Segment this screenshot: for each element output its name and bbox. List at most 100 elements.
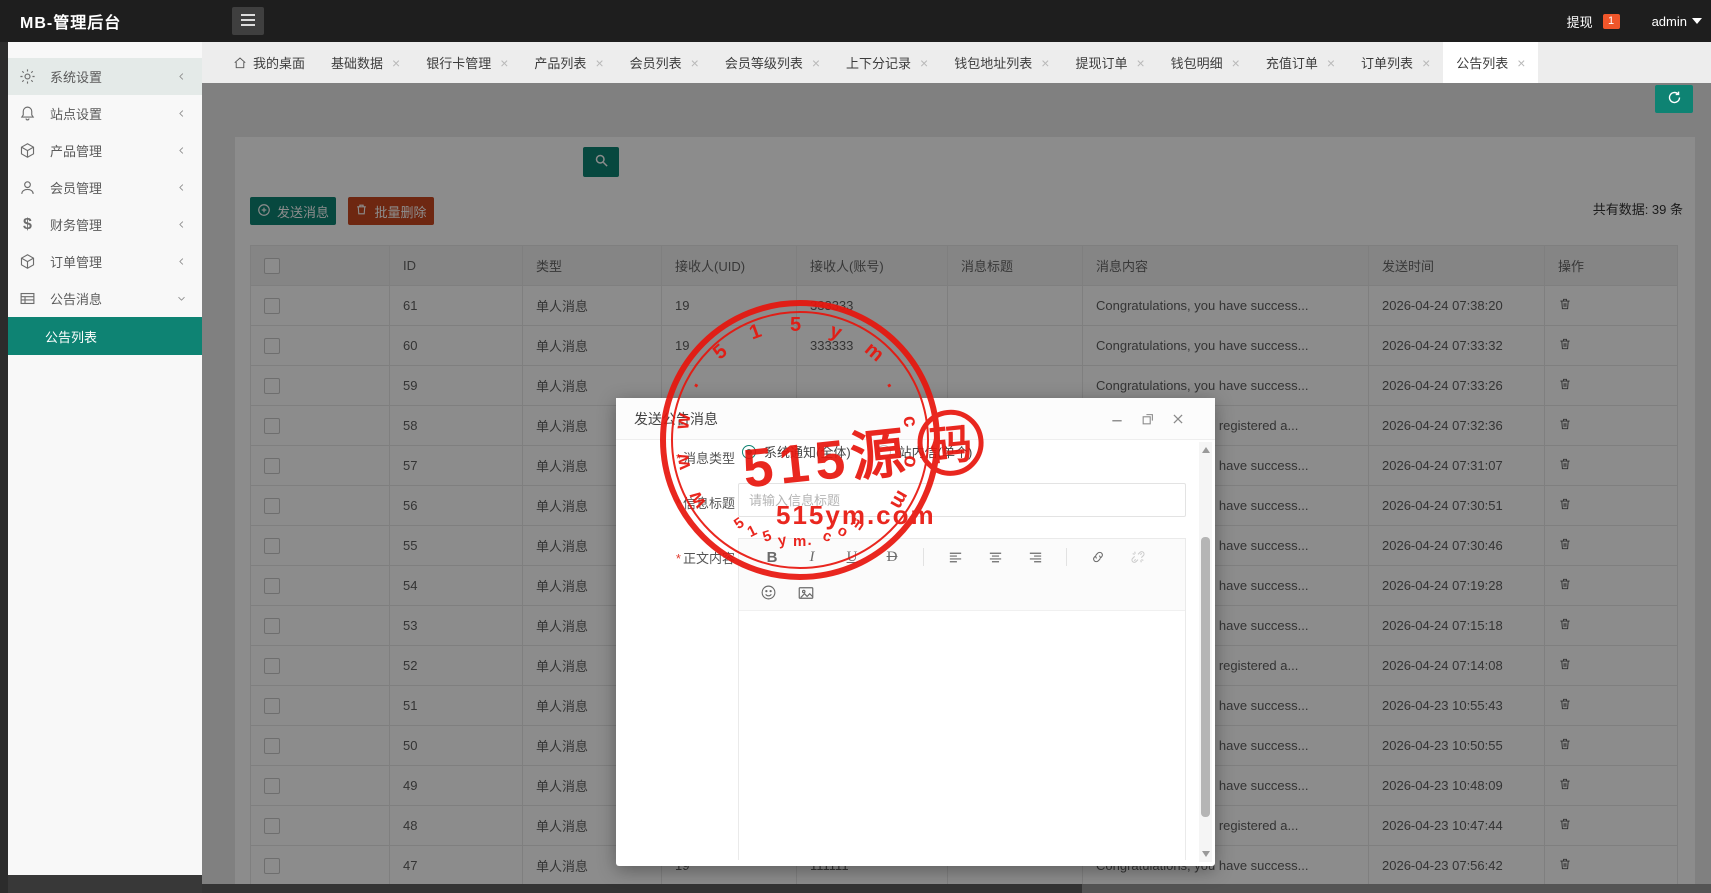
scroll-down-icon[interactable]: [1202, 851, 1210, 857]
tab-label: 产品列表: [534, 53, 586, 72]
hamburger-icon: [240, 13, 256, 30]
tab-提现订单[interactable]: 提现订单 ×: [1062, 42, 1157, 83]
tab-产品列表[interactable]: 产品列表 ×: [521, 42, 616, 83]
tab-label: 会员等级列表: [725, 53, 803, 72]
align-left-icon[interactable]: [946, 548, 964, 566]
scroll-up-icon[interactable]: [1202, 447, 1210, 453]
tab-close-icon[interactable]: ×: [812, 56, 820, 70]
sidebar-item-订单管理[interactable]: 订单管理: [8, 243, 202, 280]
align-center-icon[interactable]: [986, 548, 1004, 566]
sidebar-item-label: 系统设置: [50, 67, 102, 86]
align-right-icon[interactable]: [1026, 548, 1044, 566]
tab-close-icon[interactable]: ×: [920, 56, 928, 70]
send-announcement-modal: 发送公告消息 *消息类型 系统通知(全体) 站内信(单个) *信息标题 *正文内…: [616, 398, 1215, 866]
user-menu[interactable]: admin: [1652, 14, 1702, 29]
tab-close-icon[interactable]: ×: [1327, 56, 1335, 70]
scrollbar-thumb[interactable]: [1201, 537, 1210, 817]
chevron-left-icon: [175, 181, 188, 194]
tab-label: 订单列表: [1361, 53, 1413, 72]
emoji-icon[interactable]: [759, 584, 777, 602]
tabbar: 我的桌面基础数据×银行卡管理×产品列表×会员列表×会员等级列表×上下分记录×钱包…: [202, 42, 1711, 83]
sidebar-item-会员管理[interactable]: 会员管理: [8, 169, 202, 206]
minimize-icon[interactable]: [1110, 412, 1124, 426]
gear-icon: [19, 68, 36, 85]
tab-公告列表[interactable]: 公告列表 ×: [1443, 42, 1538, 83]
sidebar-footer: [8, 875, 202, 893]
chevron-left-icon: [175, 218, 188, 231]
modal-title: 发送公告消息: [634, 409, 718, 429]
sidebar-item-系统设置[interactable]: 系统设置: [8, 58, 202, 95]
sidebar-item-label: 产品管理: [50, 141, 102, 160]
tab-基础数据[interactable]: 基础数据 ×: [318, 42, 413, 83]
refresh-icon: [1667, 90, 1682, 108]
sidebar-subitem-公告列表[interactable]: 公告列表: [8, 317, 202, 355]
message-type-label: *消息类型: [616, 448, 735, 467]
tab-我的桌面[interactable]: 我的桌面: [220, 42, 318, 83]
chevron-left-icon: [175, 144, 188, 157]
radio-site-message[interactable]: [877, 445, 891, 459]
tab-close-icon[interactable]: ×: [691, 56, 699, 70]
subject-label: *信息标题: [616, 493, 735, 512]
sidebar-item-label: 订单管理: [50, 252, 102, 271]
image-icon[interactable]: [797, 584, 815, 602]
tab-close-icon[interactable]: ×: [1517, 56, 1525, 70]
sidebar-item-公告消息[interactable]: 公告消息: [8, 280, 202, 317]
tab-银行卡管理[interactable]: 银行卡管理×: [413, 42, 521, 83]
tab-label: 充值订单: [1266, 53, 1318, 72]
sidebar-item-label: 财务管理: [50, 215, 102, 234]
tab-label: 会员列表: [630, 53, 682, 72]
tab-label: 上下分记录: [846, 53, 911, 72]
hamburger-button[interactable]: [232, 7, 264, 35]
tab-label: 公告列表: [1456, 53, 1508, 72]
modal-scrollbar[interactable]: [1199, 442, 1212, 862]
tab-上下分记录[interactable]: 上下分记录 ×: [833, 42, 941, 83]
tab-close-icon[interactable]: ×: [1136, 56, 1144, 70]
sidebar-item-产品管理[interactable]: 产品管理: [8, 132, 202, 169]
tab-close-icon[interactable]: ×: [1041, 56, 1049, 70]
tab-label: 钱包明细: [1171, 53, 1223, 72]
tab-label: 提现订单: [1075, 53, 1127, 72]
tab-充值订单[interactable]: 充值订单 ×: [1253, 42, 1348, 83]
tab-close-icon[interactable]: ×: [500, 56, 508, 70]
toolbar-separator: [1066, 548, 1067, 566]
tab-会员等级列表[interactable]: 会员等级列表 ×: [712, 42, 833, 83]
unlink-icon[interactable]: [1129, 548, 1147, 566]
tab-close-icon[interactable]: ×: [1232, 56, 1240, 70]
sidebar-item-财务管理[interactable]: $财务管理: [8, 206, 202, 243]
withdraw-link[interactable]: 提现: [1567, 12, 1593, 31]
radio-system-notice[interactable]: [742, 445, 756, 459]
bold-icon[interactable]: B: [763, 548, 781, 566]
chevron-down-icon: [175, 292, 188, 305]
cube-icon: [19, 142, 36, 159]
editor-content-area[interactable]: [739, 611, 1185, 861]
tab-订单列表[interactable]: 订单列表 ×: [1348, 42, 1443, 83]
strikethrough-icon[interactable]: D: [883, 548, 901, 566]
close-icon[interactable]: [1171, 412, 1185, 426]
tab-钱包明细[interactable]: 钱包明细 ×: [1158, 42, 1253, 83]
refresh-button[interactable]: [1655, 85, 1693, 113]
topbar: MB-管理后台 提现 1 admin: [0, 0, 1711, 42]
tab-label: 基础数据: [331, 53, 383, 72]
subject-input[interactable]: [738, 483, 1186, 517]
sidebar-item-label: 站点设置: [50, 104, 102, 123]
list-icon: [19, 290, 36, 307]
underline-icon[interactable]: U: [843, 548, 861, 566]
home-icon: [233, 56, 247, 70]
tab-close-icon[interactable]: ×: [595, 56, 603, 70]
modal-titlebar: 发送公告消息: [616, 398, 1215, 440]
sidebar-item-label: 公告消息: [50, 289, 102, 308]
chevron-left-icon: [175, 70, 188, 83]
tab-label: 我的桌面: [253, 53, 305, 72]
tab-close-icon[interactable]: ×: [1422, 56, 1430, 70]
sidebar-item-站点设置[interactable]: 站点设置: [8, 95, 202, 132]
link-icon[interactable]: [1089, 548, 1107, 566]
tab-钱包地址列表[interactable]: 钱包地址列表×: [941, 42, 1062, 83]
sidebar: 系统设置站点设置产品管理会员管理$财务管理订单管理公告消息 公告列表: [8, 42, 202, 893]
maximize-icon[interactable]: [1141, 413, 1154, 426]
message-type-radios: 系统通知(全体) 站内信(单个): [742, 442, 972, 461]
tab-会员列表[interactable]: 会员列表 ×: [617, 42, 712, 83]
rich-text-editor: BIUD: [738, 538, 1186, 860]
withdraw-badge: 1: [1603, 14, 1620, 29]
tab-close-icon[interactable]: ×: [392, 56, 400, 70]
italic-icon[interactable]: I: [803, 548, 821, 566]
